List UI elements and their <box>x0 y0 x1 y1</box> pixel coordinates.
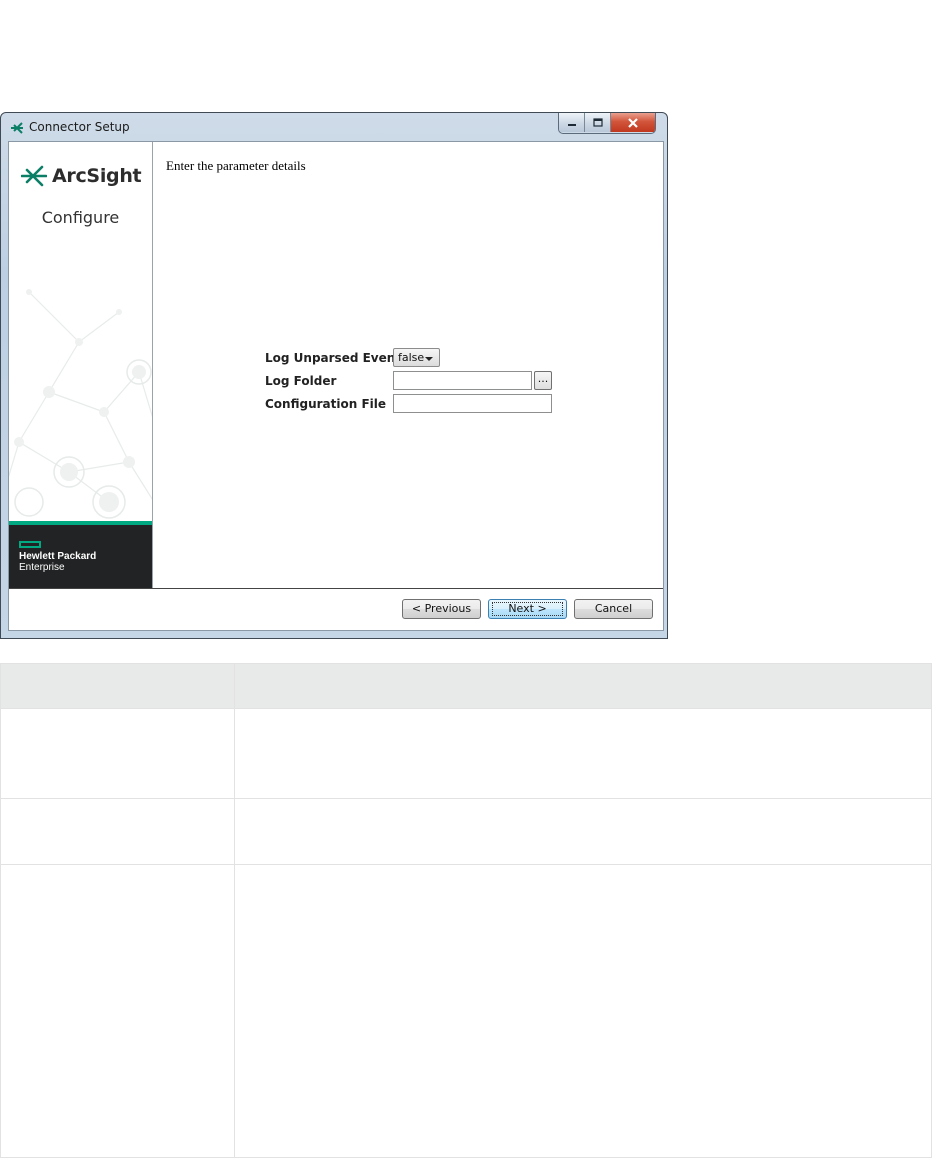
window-controls <box>558 113 656 134</box>
dialog-client-area: ArcSight Configure Hewlett Packard Enter… <box>8 141 664 631</box>
chevron-down-icon <box>425 357 433 361</box>
arcsight-brand: ArcSight <box>21 164 142 188</box>
log-folder-input[interactable] <box>393 371 532 390</box>
previous-button[interactable]: < Previous <box>402 599 481 619</box>
page-heading: Enter the parameter details <box>166 158 306 173</box>
arcsight-logo-icon <box>21 165 47 187</box>
maximize-button[interactable] <box>585 113 611 132</box>
table-cell <box>0 864 235 1158</box>
table-cell <box>234 864 932 1158</box>
parameter-description-table <box>0 663 932 1158</box>
hpe-logo-icon <box>19 541 41 548</box>
table-header-row <box>0 663 932 709</box>
table-header-parameter <box>0 663 235 709</box>
maximize-icon <box>592 118 603 127</box>
branding-panel: ArcSight Configure Hewlett Packard Enter… <box>9 142 153 588</box>
cancel-button[interactable]: Cancel <box>574 599 653 619</box>
title-bar[interactable]: Connector Setup <box>1 113 667 141</box>
log-unparsed-events-select[interactable]: false <box>393 348 440 367</box>
vendor-name: Hewlett Packard Enterprise <box>19 551 96 573</box>
table-cell <box>234 798 932 865</box>
table-cell <box>0 708 235 799</box>
close-icon <box>628 117 638 128</box>
minimize-icon <box>567 123 576 126</box>
log-unparsed-events-value: false <box>398 351 425 364</box>
vendor-line-1: Hewlett Packard <box>19 551 97 562</box>
window-title: Connector Setup <box>29 120 130 134</box>
next-button-label: Next > <box>492 602 563 616</box>
configuration-file-label: Configuration File <box>265 397 387 411</box>
table-row <box>0 708 932 799</box>
network-background-graphic <box>9 289 152 519</box>
table-cell <box>234 708 932 799</box>
hpe-footer: Hewlett Packard Enterprise <box>9 521 152 588</box>
step-title: Configure <box>41 208 120 227</box>
arcsight-logo-icon <box>11 122 23 134</box>
connector-setup-window: Connector Setup ArcSight Configure Hewle… <box>0 112 668 639</box>
vendor-line-2: Enterprise <box>19 562 65 573</box>
table-row <box>0 798 932 865</box>
brand-name: ArcSight <box>52 165 142 187</box>
table-row <box>0 864 932 1158</box>
browse-button[interactable]: ... <box>534 371 552 390</box>
minimize-button[interactable] <box>559 113 585 132</box>
next-button[interactable]: Next > <box>488 599 567 619</box>
close-button[interactable] <box>611 113 655 132</box>
table-header-description <box>234 663 932 709</box>
configuration-file-input[interactable] <box>393 394 552 413</box>
log-folder-label: Log Folder <box>265 374 337 388</box>
table-cell <box>0 798 235 865</box>
button-bar: < Previous Next > Cancel <box>9 588 663 630</box>
